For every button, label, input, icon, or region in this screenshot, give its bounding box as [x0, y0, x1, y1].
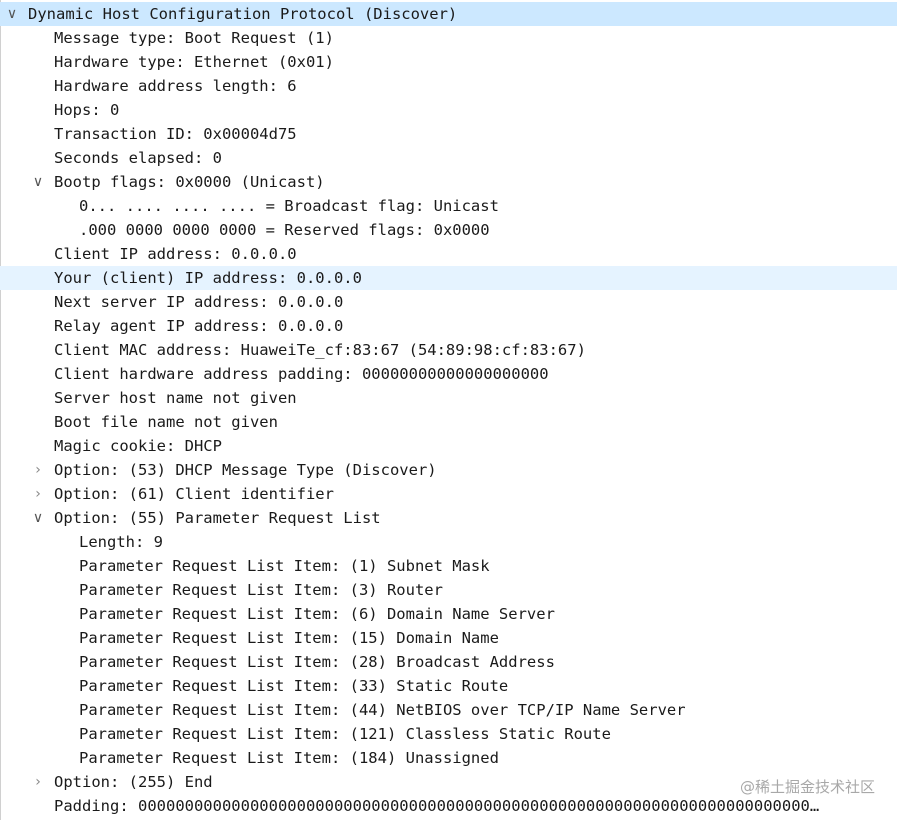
site-watermark: @稀土掘金技术社区 [739, 778, 875, 796]
tree-row-label: Length: 9 [79, 533, 163, 551]
tree-row-label: Message type: Boot Request (1) [54, 29, 334, 47]
tree-row-label: .000 0000 0000 0000 = Reserved flags: 0x… [79, 221, 490, 239]
field-server-host-name[interactable]: Server host name not given [0, 386, 897, 410]
field-transaction-id[interactable]: Transaction ID: 0x00004d75 [0, 122, 897, 146]
tree-row-label: Hardware type: Ethernet (0x01) [54, 53, 334, 71]
field-boot-file-name[interactable]: Boot file name not given [0, 410, 897, 434]
tree-row-label: Padding: 0000000000000000000000000000000… [54, 797, 820, 815]
param-item-subnet-mask[interactable]: Parameter Request List Item: (1) Subnet … [0, 554, 897, 578]
field-reserved-flags[interactable]: .000 0000 0000 0000 = Reserved flags: 0x… [0, 218, 897, 242]
tree-row-label: Parameter Request List Item: (3) Router [79, 581, 443, 599]
tree-row-label: Client MAC address: HuaweiTe_cf:83:67 (5… [54, 341, 586, 359]
tree-node-dhcp[interactable]: ∨ Dynamic Host Configuration Protocol (Di… [0, 2, 897, 26]
tree-row-label: Relay agent IP address: 0.0.0.0 [54, 317, 344, 335]
field-your-ip[interactable]: Your (client) IP address: 0.0.0.0 [0, 266, 897, 290]
param-item-domain-name[interactable]: Parameter Request List Item: (15) Domain… [0, 626, 897, 650]
field-padding[interactable]: Padding: 0000000000000000000000000000000… [0, 794, 897, 818]
field-relay-agent-ip[interactable]: Relay agent IP address: 0.0.0.0 [0, 314, 897, 338]
field-next-server-ip[interactable]: Next server IP address: 0.0.0.0 [0, 290, 897, 314]
chevron-down-icon[interactable]: ∨ [30, 506, 46, 530]
tree-row-label: Parameter Request List Item: (15) Domain… [79, 629, 499, 647]
field-broadcast-flag[interactable]: 0... .... .... .... = Broadcast flag: Un… [0, 194, 897, 218]
tree-row-label: Seconds elapsed: 0 [54, 149, 222, 167]
field-client-mac[interactable]: Client MAC address: HuaweiTe_cf:83:67 (5… [0, 338, 897, 362]
param-item-unassigned[interactable]: Parameter Request List Item: (184) Unass… [0, 746, 897, 770]
tree-row-label: Parameter Request List Item: (28) Broadc… [79, 653, 555, 671]
tree-row-label: Dynamic Host Configuration Protocol (Dis… [28, 5, 458, 23]
tree-row-label: Hops: 0 [54, 101, 120, 119]
param-item-static-route[interactable]: Parameter Request List Item: (33) Static… [0, 674, 897, 698]
tree-row-label: Hardware address length: 6 [54, 77, 297, 95]
tree-row-label: Client IP address: 0.0.0.0 [54, 245, 297, 263]
chevron-down-icon[interactable]: ∨ [30, 170, 46, 194]
param-item-classless-static-route[interactable]: Parameter Request List Item: (121) Class… [0, 722, 897, 746]
tree-row-label: Server host name not given [54, 389, 297, 407]
tree-node-bootp-flags[interactable]: ∨ Bootp flags: 0x0000 (Unicast) [0, 170, 897, 194]
tree-node-option-61[interactable]: › Option: (61) Client identifier [0, 482, 897, 506]
tree-row-label: Magic cookie: DHCP [54, 437, 222, 455]
field-hardware-address-length[interactable]: Hardware address length: 6 [0, 74, 897, 98]
field-message-type[interactable]: Message type: Boot Request (1) [0, 26, 897, 50]
packet-details-tree[interactable]: ∨ Dynamic Host Configuration Protocol (Di… [0, 2, 897, 818]
tree-row-label: 0... .... .... .... = Broadcast flag: Un… [79, 197, 499, 215]
field-client-ip[interactable]: Client IP address: 0.0.0.0 [0, 242, 897, 266]
tree-row-label: Parameter Request List Item: (1) Subnet … [79, 557, 490, 575]
chevron-right-icon[interactable]: › [30, 482, 46, 506]
tree-row-label: Parameter Request List Item: (33) Static… [79, 677, 509, 695]
tree-row-label: Option: (55) Parameter Request List [54, 509, 381, 527]
chevron-right-icon[interactable]: › [30, 458, 46, 482]
tree-row-label: Option: (53) DHCP Message Type (Discover… [54, 461, 437, 479]
field-client-hw-padding[interactable]: Client hardware address padding: 0000000… [0, 362, 897, 386]
tree-row-label: Client hardware address padding: 0000000… [54, 365, 549, 383]
field-magic-cookie[interactable]: Magic cookie: DHCP [0, 434, 897, 458]
tree-row-label: Next server IP address: 0.0.0.0 [54, 293, 344, 311]
chevron-down-icon[interactable]: ∨ [4, 2, 20, 26]
tree-row-label: Your (client) IP address: 0.0.0.0 [54, 269, 362, 287]
field-seconds-elapsed[interactable]: Seconds elapsed: 0 [0, 146, 897, 170]
tree-node-option-53[interactable]: › Option: (53) DHCP Message Type (Discove… [0, 458, 897, 482]
field-hardware-type[interactable]: Hardware type: Ethernet (0x01) [0, 50, 897, 74]
param-item-dns[interactable]: Parameter Request List Item: (6) Domain … [0, 602, 897, 626]
tree-node-option-55[interactable]: ∨ Option: (55) Parameter Request List [0, 506, 897, 530]
tree-row-label: Transaction ID: 0x00004d75 [54, 125, 297, 143]
tree-row-label: Parameter Request List Item: (121) Class… [79, 725, 611, 743]
tree-row-label: Bootp flags: 0x0000 (Unicast) [54, 173, 325, 191]
tree-row-label: Parameter Request List Item: (44) NetBIO… [79, 701, 686, 719]
param-item-netbios-ns[interactable]: Parameter Request List Item: (44) NetBIO… [0, 698, 897, 722]
tree-row-label: Boot file name not given [54, 413, 278, 431]
field-hops[interactable]: Hops: 0 [0, 98, 897, 122]
chevron-right-icon[interactable]: › [30, 770, 46, 794]
tree-row-label: Parameter Request List Item: (6) Domain … [79, 605, 555, 623]
tree-row-label: Option: (61) Client identifier [54, 485, 334, 503]
param-item-broadcast-address[interactable]: Parameter Request List Item: (28) Broadc… [0, 650, 897, 674]
tree-row-label: Parameter Request List Item: (184) Unass… [79, 749, 499, 767]
param-item-router[interactable]: Parameter Request List Item: (3) Router [0, 578, 897, 602]
field-option-length[interactable]: Length: 9 [0, 530, 897, 554]
